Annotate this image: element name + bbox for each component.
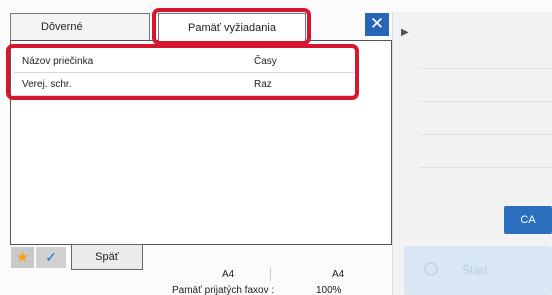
close-button[interactable]: ✕ (365, 13, 389, 36)
back-button[interactable]: Späť (71, 244, 143, 270)
panel-divider (419, 68, 552, 69)
list-item[interactable]: Verej. schr. Raz (14, 73, 354, 96)
tab-confidential[interactable]: Dôverné (10, 13, 150, 40)
divider (270, 267, 271, 281)
start-button[interactable]: Štart (404, 246, 552, 295)
star-icon: ★ (15, 249, 30, 266)
list-item[interactable]: Názov priečinka Časy (14, 50, 354, 73)
memory-value: 100% (316, 285, 342, 295)
tab-polling-memory[interactable]: Pamäť vyžiadania (158, 13, 306, 41)
status-info: A4 A4 Pamäť prijatých faxov : 100% (160, 265, 372, 295)
panel-divider (419, 101, 552, 102)
start-icon (424, 262, 438, 276)
public-box-label: Verej. schr. (22, 79, 72, 90)
folder-list: Názov priečinka Časy Verej. schr. Raz (14, 50, 354, 96)
close-icon: ✕ (369, 14, 385, 33)
play-icon[interactable]: ▶​ (401, 27, 413, 39)
checkmark-icon: ✓ (45, 249, 57, 265)
memory-label: Pamäť prijatých faxov : (172, 285, 275, 295)
public-box-value: Raz (254, 79, 272, 90)
ca-button[interactable]: CA (504, 206, 552, 234)
favorite-button[interactable]: ★ (11, 247, 34, 268)
folder-name-value: Časy (254, 56, 277, 67)
check-button[interactable]: ✓ (36, 247, 66, 268)
panel-divider (419, 134, 552, 135)
paper-size-right: A4 (332, 269, 345, 280)
paper-size-left: A4 (222, 269, 235, 280)
screen: ▶​ CA Štart Dôverné Pamäť vyžiadania ✕ N… (0, 0, 552, 295)
start-label: Štart (462, 263, 488, 277)
panel-divider (419, 167, 552, 168)
folder-name-label: Názov priečinka (22, 56, 94, 67)
